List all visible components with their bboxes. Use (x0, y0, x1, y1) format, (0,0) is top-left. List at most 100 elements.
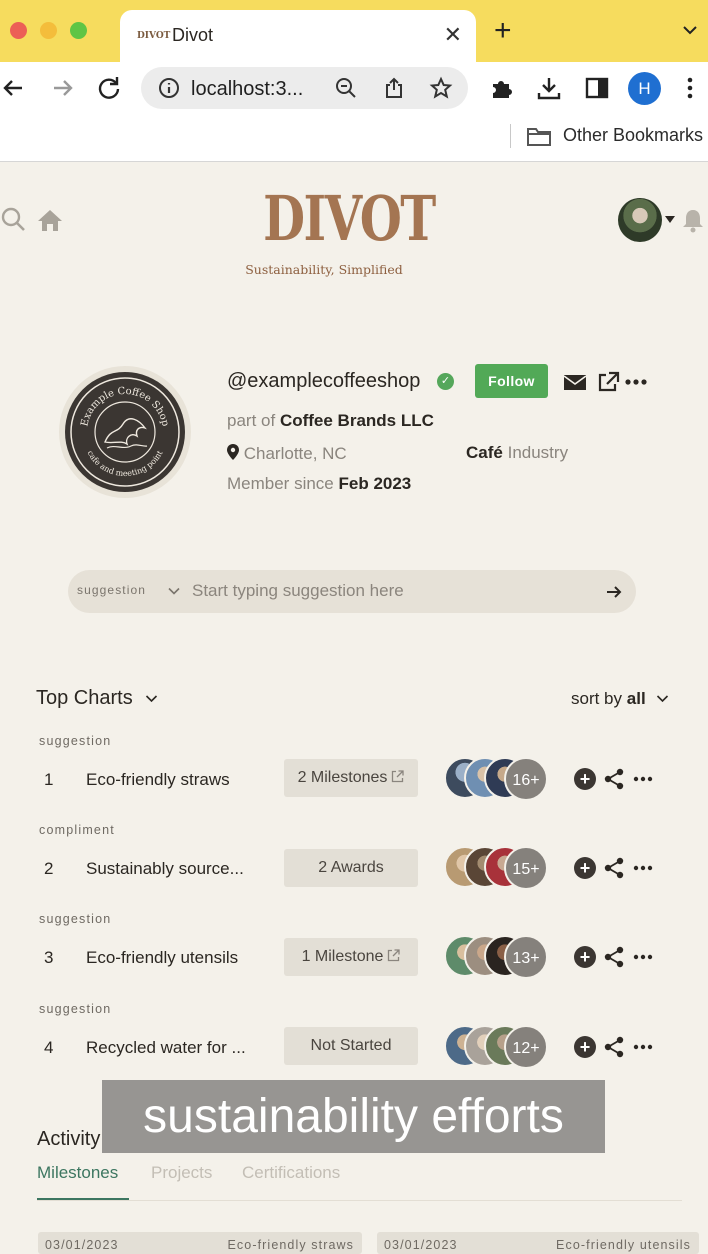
top-charts-title[interactable]: Top Charts (36, 687, 133, 710)
user-avatar[interactable] (618, 198, 662, 242)
supporter-avatars[interactable]: 16+ (444, 757, 554, 801)
supporter-avatars[interactable]: 13+ (444, 935, 554, 979)
row-rank: 1 (44, 770, 54, 789)
back-icon[interactable] (0, 74, 28, 102)
browser-profile-avatar[interactable]: H (628, 72, 661, 105)
more-options-icon[interactable] (633, 1036, 653, 1058)
row-title[interactable]: Sustainably source... (86, 859, 244, 879)
more-options-icon[interactable] (633, 857, 653, 879)
chevron-down-icon[interactable] (145, 692, 158, 705)
member-since-prefix: Member since (227, 474, 334, 493)
chevron-down-icon[interactable] (168, 585, 180, 597)
location-pin-icon (227, 444, 239, 460)
tab-milestones[interactable]: Milestones (37, 1163, 118, 1183)
browser-menu-icon[interactable] (680, 74, 700, 102)
status-pill[interactable]: 2 Milestones (284, 759, 418, 797)
browser-tab[interactable]: DIVOT Divot ✕ (120, 10, 476, 62)
share-icon[interactable] (603, 946, 625, 968)
bookmark-star-icon[interactable] (429, 76, 453, 100)
notifications-bell-icon[interactable] (681, 207, 705, 233)
account-dropdown-caret-icon[interactable] (665, 216, 675, 223)
row-category: suggestion (39, 912, 112, 926)
status-pill[interactable]: 1 Milestone (284, 938, 418, 976)
window-maximize-button[interactable] (70, 22, 87, 39)
chevron-down-icon[interactable] (656, 692, 669, 705)
tab-projects[interactable]: Projects (151, 1163, 212, 1183)
window-minimize-button[interactable] (40, 22, 57, 39)
tab-search-chevron-icon[interactable] (682, 22, 698, 38)
svg-text:cafe and meeting point: cafe and meeting point (85, 448, 164, 478)
sort-value: all (626, 689, 646, 708)
parent-company-name[interactable]: Coffee Brands LLC (280, 411, 434, 430)
row-title[interactable]: Eco-friendly utensils (86, 948, 238, 968)
reload-icon[interactable] (95, 74, 123, 102)
add-icon[interactable]: + (574, 768, 596, 790)
status-label: Not Started (310, 1037, 392, 1054)
status-pill[interactable]: 2 Awards (284, 849, 418, 887)
status-pill[interactable]: Not Started (284, 1027, 418, 1065)
forward-icon[interactable] (48, 74, 76, 102)
url-text[interactable]: localhost:3... (191, 78, 303, 101)
more-options-icon[interactable] (633, 768, 653, 790)
home-icon[interactable] (36, 206, 64, 234)
location-text: Charlotte, NC (243, 444, 347, 463)
row-rank: 3 (44, 948, 54, 967)
supporter-avatars[interactable]: 15+ (444, 846, 554, 890)
supporter-count: 12+ (504, 1025, 548, 1069)
external-link-icon[interactable] (597, 371, 621, 393)
supporter-count: 13+ (504, 935, 548, 979)
row-category: compliment (39, 823, 115, 837)
more-options-icon[interactable] (633, 946, 653, 968)
row-rank: 2 (44, 859, 54, 878)
favicon-icon: DIVOT (137, 31, 171, 41)
bookmarks-divider (510, 124, 511, 148)
feedback-type-select[interactable]: suggestion (77, 583, 146, 597)
window-close-button[interactable] (10, 22, 27, 39)
status-label: 2 Milestones (297, 769, 388, 786)
member-since-date: Feb 2023 (338, 474, 412, 493)
more-options-icon[interactable] (624, 371, 648, 393)
mail-icon[interactable] (563, 371, 587, 393)
share-icon[interactable] (603, 1036, 625, 1058)
milestone-card[interactable]: 03/01/2023 Eco-friendly utensils (377, 1232, 699, 1254)
supporter-avatars[interactable]: 12+ (444, 1025, 554, 1069)
milestone-card[interactable]: 03/01/2023 Eco-friendly straws (38, 1232, 362, 1254)
address-bar[interactable]: localhost:3... (141, 67, 468, 109)
video-caption: sustainability efforts (102, 1080, 605, 1153)
suggestion-bar: suggestion (68, 570, 636, 613)
verified-check-icon: ✓ (437, 373, 454, 390)
extensions-icon[interactable] (488, 74, 516, 102)
tab-certifications[interactable]: Certifications (242, 1163, 340, 1183)
zoom-icon[interactable] (334, 76, 358, 100)
bookmarks-bar: Other Bookmarks (0, 114, 708, 162)
share-icon[interactable] (603, 768, 625, 790)
card-date: 03/01/2023 (45, 1238, 119, 1252)
add-icon[interactable]: + (574, 857, 596, 879)
divot-logo[interactable]: DIVOT (263, 186, 436, 252)
other-bookmarks-link[interactable]: Other Bookmarks (563, 125, 703, 146)
tab-close-icon[interactable]: ✕ (444, 22, 462, 48)
share-page-icon[interactable] (382, 76, 406, 100)
submit-arrow-icon[interactable] (604, 582, 624, 602)
new-tab-button[interactable]: + (494, 16, 512, 46)
share-icon[interactable] (603, 857, 625, 879)
downloads-icon[interactable] (535, 74, 563, 102)
add-icon[interactable]: + (574, 1036, 596, 1058)
add-icon[interactable]: + (574, 946, 596, 968)
industry-suffix: Industry (507, 443, 569, 462)
site-info-icon[interactable] (157, 76, 181, 100)
follow-button[interactable]: Follow (475, 364, 548, 398)
search-icon[interactable] (0, 206, 28, 234)
tab-title: Divot (172, 25, 214, 45)
seal-bottom-text: cafe and meeting point (85, 448, 164, 478)
activity-title: Activity (37, 1128, 101, 1150)
suggestion-input[interactable] (192, 576, 592, 606)
supporter-count: 15+ (504, 846, 548, 890)
folder-icon[interactable] (526, 125, 552, 147)
sort-dropdown[interactable]: sort by all (571, 689, 646, 709)
shop-logo-frame: Example Coffee Shop cafe and meeting poi… (59, 366, 191, 498)
side-panel-icon[interactable] (583, 74, 611, 102)
status-label: 1 Milestone (301, 948, 384, 965)
row-title[interactable]: Eco-friendly straws (86, 770, 230, 790)
row-title[interactable]: Recycled water for ... (86, 1038, 246, 1058)
